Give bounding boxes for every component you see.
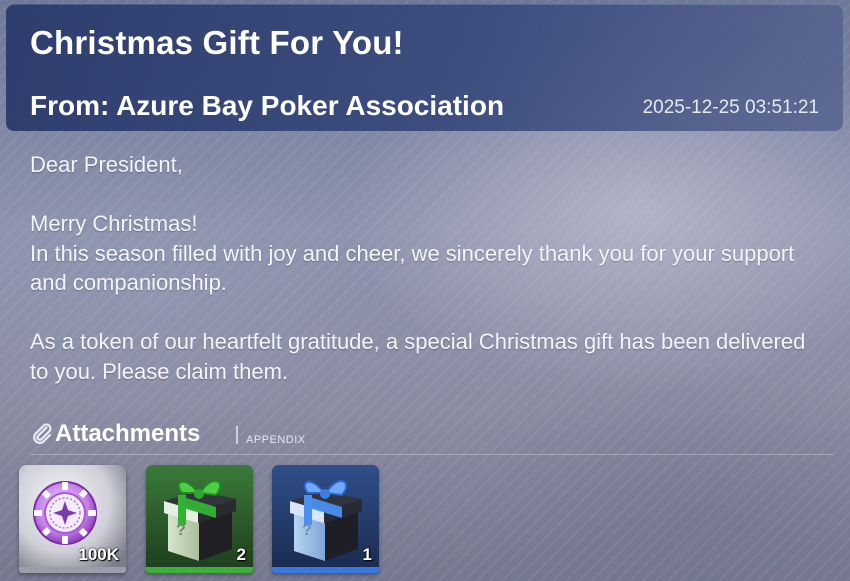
mail-body: Dear President, Merry Christmas! In this… <box>30 150 810 386</box>
attachment-item-blue-gift[interactable]: ? 1 <box>272 465 379 573</box>
mail-line-2: In this season filled with joy and cheer… <box>30 240 795 296</box>
mail-title: Christmas Gift For You! <box>30 24 404 61</box>
mail-timestamp: 2025-12-25 03:51:21 <box>642 97 819 118</box>
item-quantity: 100K <box>78 545 119 564</box>
attachment-item-chips[interactable]: 100K <box>19 465 126 573</box>
rarity-bar <box>272 567 379 573</box>
appendix-label: APPENDIX <box>246 434 306 446</box>
mail-line-3: As a token of our heartfelt gratitude, a… <box>30 329 806 384</box>
item-quantity: 2 <box>236 545 246 564</box>
mail-header: Christmas Gift For You! From: Azure Bay … <box>6 4 843 131</box>
paperclip-icon <box>33 423 52 444</box>
item-quantity: 1 <box>362 545 372 564</box>
mail-greeting: Dear President, <box>30 152 183 177</box>
svg-text:?: ? <box>302 522 312 539</box>
attachment-item-green-gift[interactable]: ? 2 <box>146 465 253 573</box>
divider <box>236 426 238 444</box>
attachments-header: Attachments APPENDIX <box>30 418 833 455</box>
rarity-bar <box>19 567 126 573</box>
attachments-label: Attachments <box>55 420 201 447</box>
rarity-bar <box>146 567 253 573</box>
mail-line-1: Merry Christmas! <box>30 211 198 236</box>
mail-sender: From: Azure Bay Poker Association <box>30 90 505 121</box>
svg-text:?: ? <box>176 522 186 539</box>
